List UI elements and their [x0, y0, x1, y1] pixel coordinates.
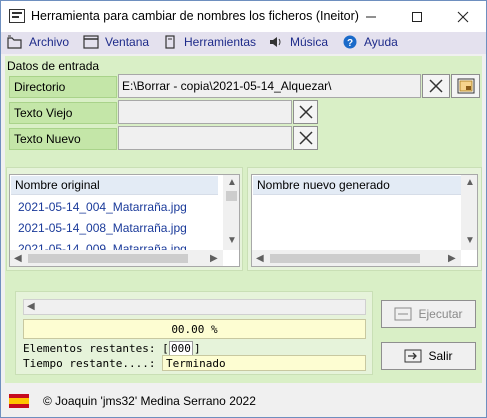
generated-names-list[interactable]: Nombre nuevo generado ▲ ▼ ◀ ▶	[251, 174, 478, 267]
scroll-down-icon[interactable]: ▼	[227, 235, 237, 246]
menu-bar: Archivo Ventana Herramientas Música ? Ay…	[1, 32, 486, 54]
maximize-button[interactable]	[394, 1, 440, 32]
menu-musica-label: Música	[290, 35, 329, 49]
old-text-label: Texto Viejo	[9, 102, 117, 124]
original-names-header: Nombre original	[11, 176, 218, 195]
spain-flag-icon	[9, 394, 29, 408]
generated-list-vscrollbar[interactable]: ▲ ▼	[461, 175, 477, 250]
original-names-list[interactable]: Nombre original 2021-05-14_004_Matarraña…	[9, 174, 240, 267]
tools-icon	[165, 35, 175, 49]
app-window: Herramienta para cambiar de nombres los …	[0, 0, 487, 418]
remaining-count: 000	[169, 341, 193, 356]
remaining-label: Elementos restantes: [	[23, 342, 169, 355]
directory-label: Directorio	[9, 76, 117, 98]
execute-icon	[394, 307, 412, 321]
scroll-right-icon[interactable]: ▶	[448, 253, 456, 264]
scroll-up-icon[interactable]: ▲	[227, 177, 237, 188]
menu-ayuda[interactable]: ? Ayuda	[342, 35, 398, 49]
footer: © Joaquin 'jms32' Medina Serrano 2022	[1, 385, 486, 417]
menu-herramientas[interactable]: Herramientas	[162, 35, 256, 49]
clear-directory-button[interactable]	[422, 74, 450, 98]
menu-ventana-label: Ventana	[105, 35, 150, 49]
generated-list-hscrollbar[interactable]: ◀ ▶	[252, 250, 461, 266]
clear-old-text-button[interactable]	[293, 100, 318, 124]
scroll-thumb[interactable]	[270, 254, 420, 263]
scroll-up-icon[interactable]: ▲	[465, 177, 475, 188]
minimize-icon	[366, 16, 376, 17]
time-label: Tiempo restante....:	[23, 357, 156, 370]
copyright-text: © Joaquin 'jms32' Medina Serrano 2022	[43, 394, 256, 408]
clear-icon	[298, 131, 313, 145]
scroll-thumb[interactable]	[28, 254, 188, 263]
clear-new-text-button[interactable]	[293, 126, 318, 150]
title-bar[interactable]: Herramienta para cambiar de nombres los …	[1, 1, 486, 32]
scroll-left-icon[interactable]: ◀	[27, 301, 35, 312]
time-value: Terminado	[162, 355, 366, 371]
window-icon	[83, 35, 99, 49]
window-title: Herramienta para cambiar de nombres los …	[31, 9, 359, 23]
generated-names-header: Nombre nuevo generado	[253, 176, 461, 195]
clear-icon	[429, 79, 443, 93]
maximize-icon	[412, 11, 422, 22]
progress-scrollbar[interactable]: ◀	[23, 299, 366, 315]
input-group-title: Datos de entrada	[7, 59, 100, 73]
original-list-vscrollbar[interactable]: ▲ ▼	[223, 175, 239, 250]
menu-ayuda-label: Ayuda	[364, 35, 398, 49]
app-icon	[9, 9, 25, 23]
list-item[interactable]: 2021-05-14_004_Matarraña.jpg	[18, 200, 187, 214]
old-text-input[interactable]	[118, 100, 292, 124]
execute-label: Ejecutar	[418, 307, 463, 321]
new-text-label: Texto Nuevo	[9, 128, 117, 150]
directory-field[interactable]: E:\Borrar - copia\2021-05-14_Alquezar\	[118, 74, 421, 98]
scroll-down-icon[interactable]: ▼	[465, 235, 475, 246]
close-icon	[457, 11, 469, 22]
close-button[interactable]	[440, 1, 486, 32]
scroll-right-icon[interactable]: ▶	[210, 253, 218, 264]
file-icon	[7, 35, 22, 49]
new-text-input[interactable]	[118, 126, 292, 150]
menu-musica[interactable]: Música	[268, 35, 328, 49]
folder-icon	[457, 78, 474, 94]
scroll-left-icon[interactable]: ◀	[256, 253, 264, 264]
minimize-button[interactable]	[348, 1, 394, 32]
menu-archivo[interactable]: Archivo	[7, 35, 69, 49]
menu-ventana[interactable]: Ventana	[83, 35, 149, 49]
remaining-close: ]	[194, 342, 201, 355]
scroll-left-icon[interactable]: ◀	[14, 253, 22, 264]
list-item[interactable]: 2021-05-14_008_Matarraña.jpg	[18, 221, 187, 235]
clear-icon	[298, 105, 313, 119]
help-icon: ?	[343, 35, 357, 49]
menu-archivo-label: Archivo	[29, 35, 70, 49]
menu-herramientas-label: Herramientas	[184, 35, 257, 49]
exit-icon	[404, 349, 422, 363]
browse-directory-button[interactable]	[451, 74, 480, 98]
svg-text:?: ?	[347, 38, 353, 49]
scroll-thumb[interactable]	[226, 191, 237, 201]
exit-label: Salir	[428, 349, 453, 363]
exit-button[interactable]: Salir	[381, 342, 476, 370]
progress-percent: 00.00 %	[23, 319, 366, 339]
execute-button[interactable]: Ejecutar	[381, 300, 476, 328]
speaker-icon	[270, 37, 281, 47]
original-list-hscrollbar[interactable]: ◀ ▶	[10, 250, 223, 266]
